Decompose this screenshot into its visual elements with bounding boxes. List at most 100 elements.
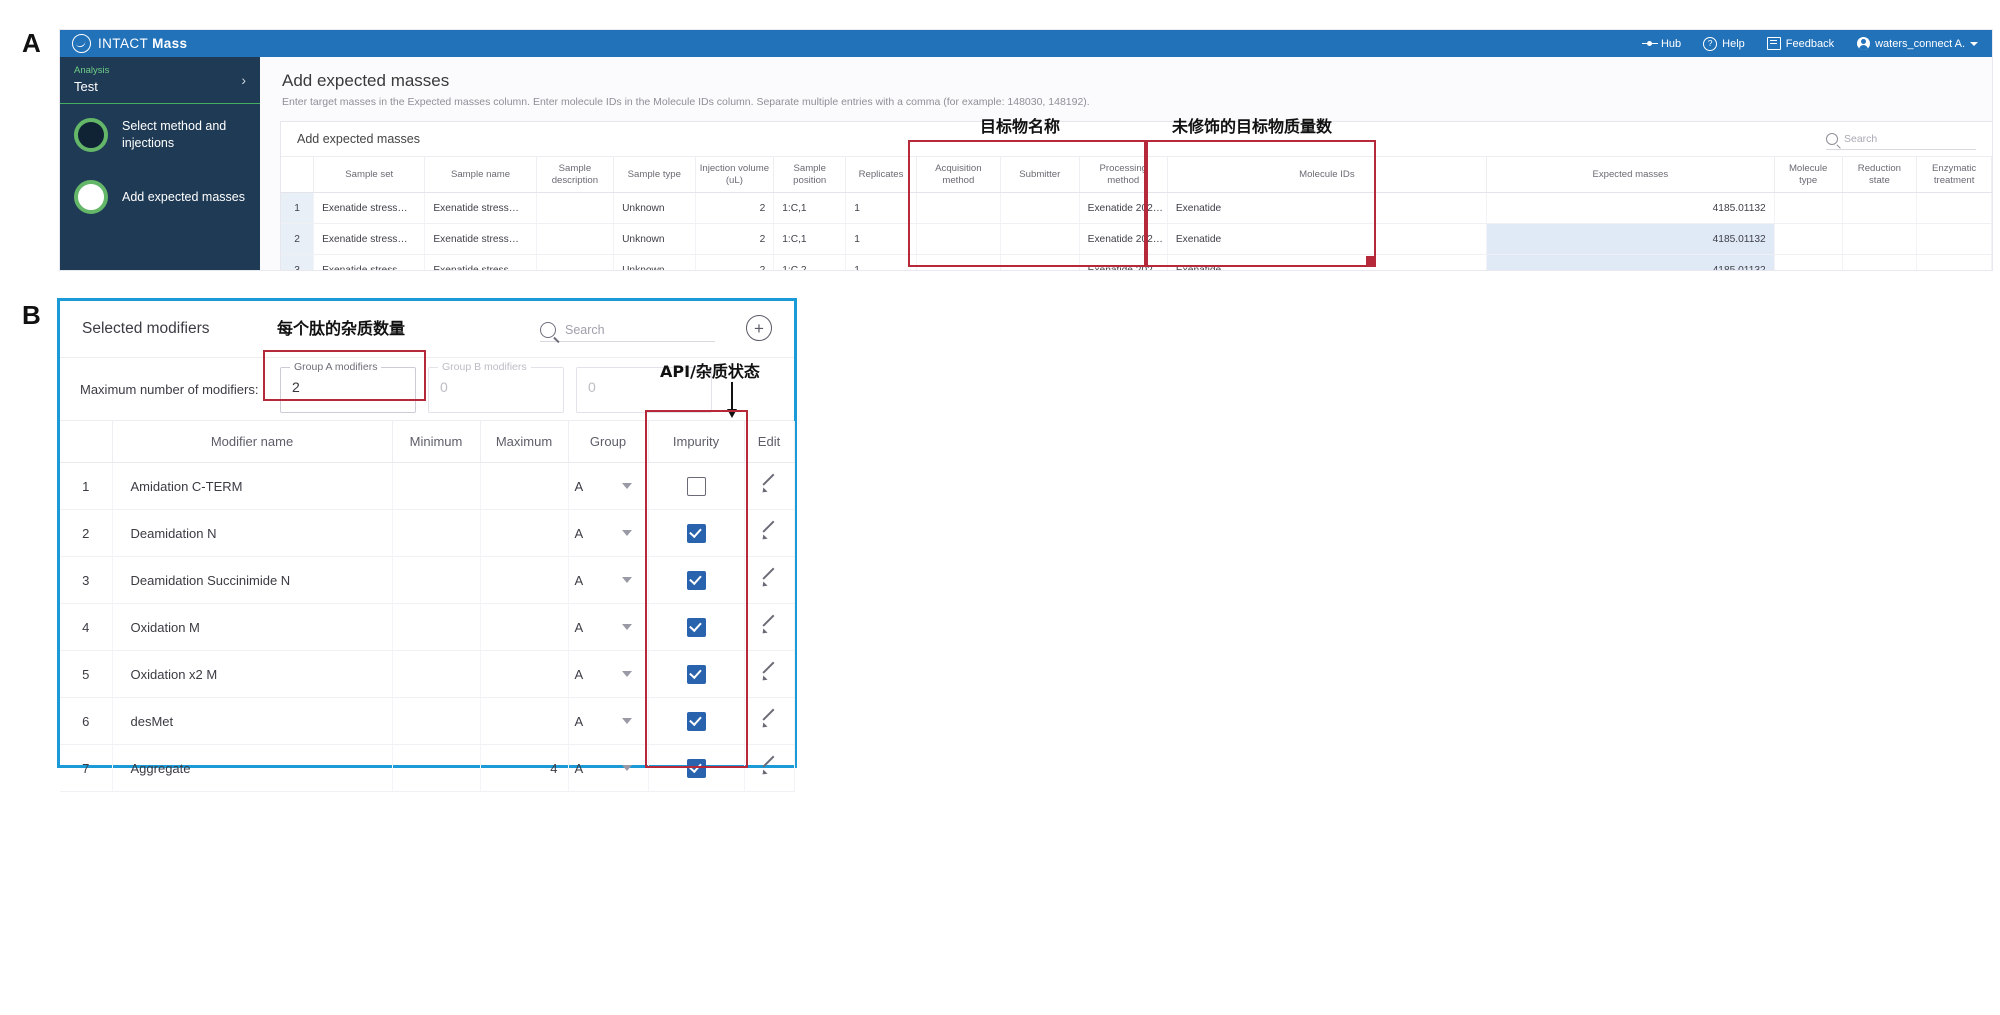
- cell-group[interactable]: A: [568, 603, 649, 651]
- col-header-reduction-state[interactable]: Reduction state: [1842, 157, 1918, 194]
- cell-maximum[interactable]: 4: [480, 744, 569, 792]
- cell-submitter[interactable]: [1000, 223, 1080, 256]
- app-logo[interactable]: INTACT Mass: [60, 34, 187, 53]
- cell-enzymatic-treatment[interactable]: [1916, 192, 1992, 225]
- table-row[interactable]: 3 Exenatide stress… Exenatide stress… Un…: [281, 254, 1992, 270]
- cell-impurity[interactable]: [648, 744, 745, 792]
- cell-enzymatic-treatment[interactable]: [1916, 254, 1992, 270]
- cell-submitter[interactable]: [1000, 254, 1080, 270]
- search-input[interactable]: Search: [540, 319, 715, 342]
- cell-processing-method[interactable]: Exenatide 202…: [1079, 223, 1168, 256]
- cell-expected-masses[interactable]: 4185.01132: [1486, 192, 1775, 225]
- cell-processing-method[interactable]: Exenatide 202…: [1079, 192, 1168, 225]
- group-a-modifiers-field[interactable]: Group A modifiers 2: [280, 361, 416, 413]
- cell-group[interactable]: A: [568, 697, 649, 745]
- cell-reduction-state[interactable]: [1842, 254, 1918, 270]
- col-header-expected-masses[interactable]: Expected masses: [1486, 157, 1775, 194]
- cell-sample-set[interactable]: Exenatide stress…: [313, 223, 426, 256]
- cell-submitter[interactable]: [1000, 192, 1080, 225]
- user-menu[interactable]: waters_connect A.: [1856, 37, 1978, 51]
- cell-sample-position[interactable]: 1:C,2: [773, 254, 847, 270]
- impurity-checkbox[interactable]: [686, 476, 706, 496]
- pencil-icon[interactable]: [761, 759, 777, 775]
- cell-injection-volume[interactable]: 2: [695, 254, 775, 270]
- cell-molecule-ids[interactable]: Exenatide: [1167, 223, 1487, 256]
- cell-sample-description[interactable]: [536, 223, 615, 256]
- cell-sample-type[interactable]: Unknown: [613, 254, 696, 270]
- col-header-acquisition-method[interactable]: Acquisition method: [916, 157, 1001, 194]
- cell-reduction-state[interactable]: [1842, 192, 1918, 225]
- cell-group[interactable]: A: [568, 744, 649, 792]
- cell-sample-set[interactable]: Exenatide stress…: [313, 254, 426, 270]
- cell-edit[interactable]: [744, 650, 795, 698]
- cell-molecule-type[interactable]: [1774, 192, 1843, 225]
- cell-impurity[interactable]: [648, 556, 745, 604]
- cell-maximum[interactable]: [480, 556, 569, 604]
- cell-impurity[interactable]: [648, 509, 745, 557]
- cell-injection-volume[interactable]: 2: [695, 223, 775, 256]
- col-header-sample-set[interactable]: Sample set: [313, 157, 426, 194]
- cell-edit[interactable]: [744, 603, 795, 651]
- cell-group[interactable]: A: [568, 650, 649, 698]
- table-row[interactable]: 6 desMet A: [60, 697, 795, 745]
- cell-edit[interactable]: [744, 556, 795, 604]
- col-header-sample-position[interactable]: Sample position: [773, 157, 847, 194]
- impurity-checkbox[interactable]: [686, 523, 706, 543]
- cell-molecule-type[interactable]: [1774, 254, 1843, 270]
- cell-edit[interactable]: [744, 462, 795, 510]
- cell-group[interactable]: A: [568, 462, 649, 510]
- pencil-icon[interactable]: [761, 618, 777, 634]
- col-header-modifier-name[interactable]: Modifier name: [112, 421, 393, 463]
- cell-sample-name[interactable]: Exenatide stress…: [424, 192, 537, 225]
- cell-minimum[interactable]: [392, 603, 481, 651]
- sidebar-analysis-selector[interactable]: Analysis Test ›: [60, 57, 260, 104]
- cell-minimum[interactable]: [392, 462, 481, 510]
- col-header-sample-type[interactable]: Sample type: [613, 157, 696, 194]
- cell-reduction-state[interactable]: [1842, 223, 1918, 256]
- resize-handle[interactable]: [1366, 256, 1375, 265]
- sidebar-step-select-method[interactable]: Select method and injections: [60, 104, 260, 166]
- col-header-molecule-ids[interactable]: Molecule IDs: [1167, 157, 1487, 194]
- cell-sample-type[interactable]: Unknown: [613, 223, 696, 256]
- impurity-checkbox[interactable]: [686, 711, 706, 731]
- table-row[interactable]: 2 Deamidation N A: [60, 509, 795, 557]
- impurity-checkbox[interactable]: [686, 758, 706, 778]
- col-header-injection-volume[interactable]: Injection volume (uL): [695, 157, 775, 194]
- cell-impurity[interactable]: [648, 697, 745, 745]
- add-modifier-button[interactable]: +: [746, 315, 772, 341]
- cell-processing-method[interactable]: Exenatide 202…: [1079, 254, 1168, 270]
- cell-modifier-name[interactable]: Oxidation x2 M: [112, 650, 393, 698]
- col-header-sample-name[interactable]: Sample name: [424, 157, 537, 194]
- col-header-sample-description[interactable]: Sample description: [536, 157, 615, 194]
- table-row[interactable]: 2 Exenatide stress… Exenatide stress… Un…: [281, 223, 1992, 256]
- table-row[interactable]: 4 Oxidation M A: [60, 603, 795, 651]
- impurity-checkbox[interactable]: [686, 617, 706, 637]
- cell-group[interactable]: A: [568, 509, 649, 557]
- col-header-edit[interactable]: Edit: [744, 421, 795, 463]
- col-header-replicates[interactable]: Replicates: [845, 157, 917, 194]
- cell-group[interactable]: A: [568, 556, 649, 604]
- cell-injection-volume[interactable]: 2: [695, 192, 775, 225]
- sidebar-step-add-expected-masses[interactable]: Add expected masses: [60, 166, 260, 228]
- cell-sample-description[interactable]: [536, 254, 615, 270]
- col-header-submitter[interactable]: Submitter: [1000, 157, 1080, 194]
- cell-sample-name[interactable]: Exenatide stress…: [424, 254, 537, 270]
- cell-enzymatic-treatment[interactable]: [1916, 223, 1992, 256]
- cell-sample-position[interactable]: 1:C,1: [773, 223, 847, 256]
- cell-impurity[interactable]: [648, 603, 745, 651]
- cell-maximum[interactable]: [480, 697, 569, 745]
- col-header-maximum[interactable]: Maximum: [480, 421, 569, 463]
- table-row[interactable]: 1 Exenatide stress… Exenatide stress… Un…: [281, 192, 1992, 225]
- cell-sample-position[interactable]: 1:C,1: [773, 192, 847, 225]
- search-input[interactable]: Search: [1826, 129, 1976, 150]
- cell-sample-name[interactable]: Exenatide stress…: [424, 223, 537, 256]
- cell-modifier-name[interactable]: Deamidation Succinimide N: [112, 556, 393, 604]
- cell-minimum[interactable]: [392, 556, 481, 604]
- cell-molecule-type[interactable]: [1774, 223, 1843, 256]
- cell-impurity[interactable]: [648, 650, 745, 698]
- pencil-icon[interactable]: [761, 477, 777, 493]
- cell-modifier-name[interactable]: Amidation C-TERM: [112, 462, 393, 510]
- cell-replicates[interactable]: 1: [845, 223, 917, 256]
- impurity-checkbox[interactable]: [686, 570, 706, 590]
- col-header-enzymatic-treatment[interactable]: Enzymatic treatment: [1916, 157, 1992, 194]
